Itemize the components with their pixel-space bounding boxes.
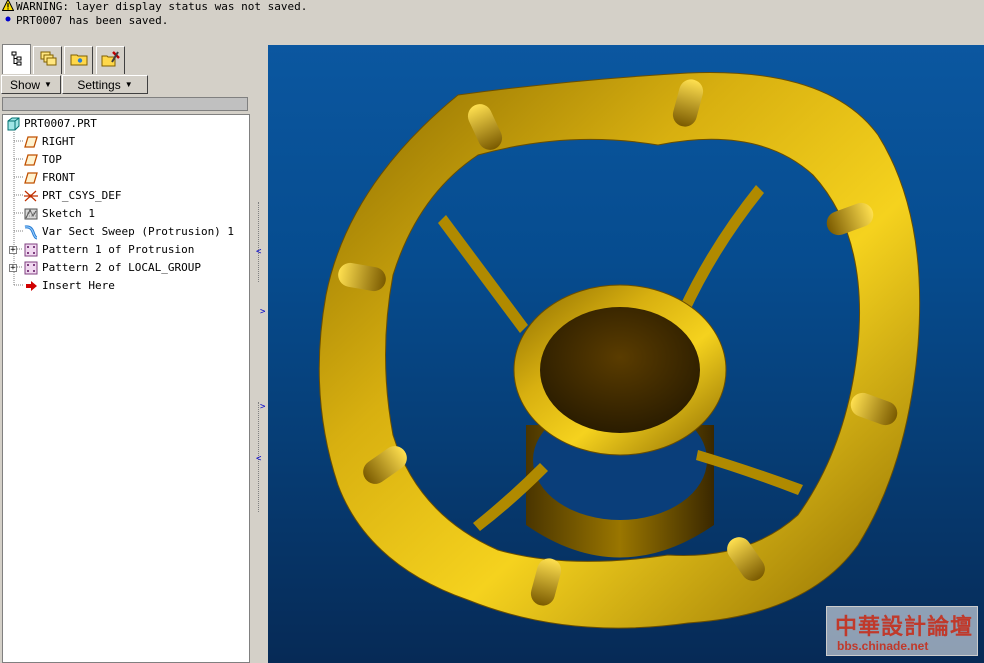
datum-plane-icon — [23, 170, 39, 186]
tree-item-label: Pattern 1 of Protrusion — [42, 243, 195, 256]
chevron-down-icon: ▼ — [44, 80, 52, 89]
watermark-url: bbs.chinade.net — [837, 639, 929, 653]
tree-item-front[interactable]: FRONT — [23, 170, 75, 186]
expand-pattern-1[interactable]: + — [9, 246, 17, 255]
tree-item-right[interactable]: RIGHT — [23, 134, 75, 150]
tree-item-sketch[interactable]: Sketch 1 — [23, 206, 95, 222]
settings-label: Settings — [77, 77, 121, 92]
layers-icon — [39, 50, 57, 71]
tab-favorites-connections[interactable] — [96, 46, 125, 74]
show-label: Show — [10, 77, 41, 92]
part-model-render — [318, 72, 921, 629]
tree-item-label: Insert Here — [42, 279, 115, 292]
graphics-viewport[interactable] — [268, 45, 984, 663]
sweep-icon — [23, 224, 39, 240]
folder-icon — [70, 50, 88, 71]
datum-plane-icon — [23, 152, 39, 168]
expand-pattern-2[interactable]: + — [9, 264, 17, 273]
pattern-icon — [23, 242, 39, 258]
insert-arrow-icon — [23, 278, 39, 294]
message-text: PRT0007 has been saved. — [16, 14, 169, 27]
navigator-panel: Show ▼ Settings ▼ PRT0007.PRT RIGHT TOP … — [0, 42, 262, 663]
tree-item-top[interactable]: TOP — [23, 152, 62, 168]
tree-item-csys[interactable]: PRT_CSYS_DEF — [23, 188, 121, 204]
tab-folder-browser[interactable] — [64, 46, 93, 74]
message-line: PRT0007 has been saved. — [2, 14, 168, 28]
model-tree[interactable]: PRT0007.PRT RIGHT TOP FRONT PRT_CSYS_DEF — [2, 114, 250, 663]
message-text: WARNING: layer display status was not sa… — [16, 0, 308, 13]
spoke — [438, 215, 528, 333]
tree-item-label: FRONT — [42, 171, 76, 184]
tree-item-label: RIGHT — [42, 135, 76, 148]
splitter-grip — [258, 202, 261, 282]
message-line: WARNING: layer display status was not sa… — [1, 0, 308, 14]
expand-right-icon[interactable]: > — [260, 402, 265, 412]
tree-item-pattern-2[interactable]: Pattern 2 of LOCAL_GROUP — [23, 260, 201, 276]
tree-item-var-sect-sweep[interactable]: Var Sect Sweep (Protrusion) 1 — [23, 224, 234, 240]
message-area: WARNING: layer display status was not sa… — [0, 0, 984, 40]
tab-layers[interactable] — [33, 46, 62, 74]
csys-icon — [23, 188, 39, 204]
tree-filter-bar[interactable] — [2, 97, 248, 111]
tree-item-pattern-1[interactable]: Pattern 1 of Protrusion — [23, 242, 194, 258]
tree-item-insert-here[interactable]: Insert Here — [23, 278, 115, 294]
tree-root-label: PRT0007.PRT — [24, 117, 97, 130]
collapse-left-icon[interactable]: < — [256, 454, 261, 464]
forum-watermark: 中華設計論壇 bbs.chinade.net — [826, 606, 978, 656]
tree-root[interactable]: PRT0007.PRT — [5, 116, 97, 132]
sketch-icon — [23, 206, 39, 222]
tools-folder-icon — [101, 50, 121, 71]
collapse-left-icon[interactable]: < — [256, 247, 261, 257]
tab-model-tree[interactable] — [2, 44, 31, 74]
tree-item-label: PRT_CSYS_DEF — [42, 189, 122, 202]
tree-item-label: Pattern 2 of LOCAL_GROUP — [42, 261, 201, 274]
tree-item-label: Var Sect Sweep (Protrusion) 1 — [42, 225, 235, 238]
pattern-icon — [23, 260, 39, 276]
datum-plane-icon — [23, 134, 39, 150]
info-dot-icon — [2, 13, 14, 29]
part-icon — [5, 116, 21, 132]
show-menu-button[interactable]: Show ▼ — [1, 75, 61, 94]
panel-splitter[interactable]: < > > < — [251, 42, 267, 663]
chevron-down-icon: ▼ — [124, 80, 133, 89]
spoke — [678, 185, 764, 315]
settings-menu-button[interactable]: Settings ▼ — [62, 75, 148, 94]
tree-item-label: TOP — [42, 153, 62, 166]
model-tree-icon — [9, 50, 25, 69]
expand-right-icon[interactable]: > — [260, 307, 265, 317]
tree-item-label: Sketch 1 — [42, 207, 95, 220]
watermark-chinese-text: 中華設計論壇 — [835, 614, 974, 640]
